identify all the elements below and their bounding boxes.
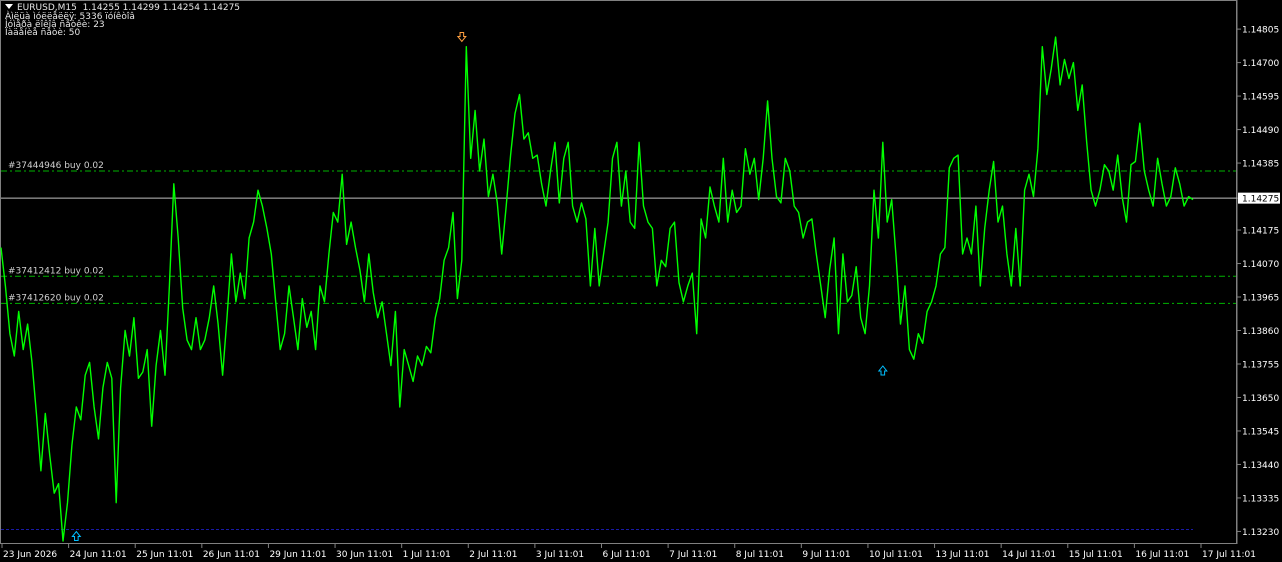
y-tick-label: 1.14700 [1242, 59, 1279, 69]
x-tick-label: 9 Jul 11:01 [802, 550, 850, 560]
x-tick-label: 24 Jun 11:01 [70, 550, 127, 560]
y-tick-label: 1.14805 [1242, 26, 1279, 36]
order-label: #37412412 buy 0.02 [8, 266, 104, 276]
x-tick-label: 17 Jul 11:01 [1202, 550, 1256, 560]
y-tick-label: 1.13965 [1242, 294, 1279, 304]
price-axis: 1.14805 1.14700 1.14595 1.14490 1.14385 1.142… [1237, 26, 1280, 538]
triangle-down-icon[interactable] [5, 4, 13, 9]
x-tick-label: 8 Jul 11:01 [736, 550, 784, 560]
x-tick-label: 10 Jul 11:01 [869, 550, 923, 560]
x-tick-label: 1 Jul 11:01 [403, 550, 451, 560]
y-tick-label: 1.13545 [1242, 427, 1279, 437]
x-tick-label: 2 Jul 11:01 [469, 550, 517, 560]
x-tick-label: 15 Jul 11:01 [1069, 550, 1123, 560]
x-tick-label: 14 Jul 11:01 [1002, 550, 1056, 560]
x-tick-label: 16 Jul 11:01 [1135, 550, 1189, 560]
y-tick-label: 1.14490 [1242, 126, 1279, 136]
x-tick-label: 25 Jun 11:01 [136, 550, 193, 560]
y-tick-label: 1.14385 [1242, 160, 1279, 170]
y-tick-label: 1.14595 [1242, 93, 1279, 103]
order-label: #37412620 buy 0.02 [8, 293, 104, 303]
y-tick-label: 1.13755 [1242, 360, 1279, 370]
x-tick-label: 6 Jul 11:01 [603, 550, 651, 560]
price-chart[interactable]: #37444946 buy 0.02 #37412412 buy 0.02 #374… [0, 0, 1282, 562]
y-tick-label: 1.14070 [1242, 260, 1279, 270]
x-tick-label: 7 Jul 11:01 [669, 550, 717, 560]
y-tick-label: 1.13440 [1242, 461, 1279, 471]
y-tick-label: 1.13230 [1242, 528, 1279, 538]
info-line-3: Ïàäåíèå ñåòè: 50 [5, 28, 81, 38]
chart-plot-area[interactable] [0, 0, 1237, 544]
current-price-label: 1.14275 [1242, 195, 1279, 205]
x-tick-label: 26 Jun 11:01 [203, 550, 260, 560]
x-tick-label: 3 Jul 11:01 [536, 550, 584, 560]
y-tick-label: 1.14175 [1242, 227, 1279, 237]
x-tick-label: 30 Jun 11:01 [336, 550, 393, 560]
y-tick-label: 1.13335 [1242, 494, 1279, 504]
y-tick-label: 1.13650 [1242, 394, 1279, 404]
x-tick-label: 23 Jun 2026 [3, 550, 57, 560]
x-tick-label: 29 Jun 11:01 [269, 550, 326, 560]
x-tick-label: 13 Jul 11:01 [936, 550, 990, 560]
order-label: #37444946 buy 0.02 [8, 161, 104, 171]
time-axis: 23 Jun 2026 24 Jun 11:01 25 Jun 11:01 26 Ju… [1, 544, 1256, 560]
y-tick-label: 1.13860 [1242, 327, 1279, 337]
